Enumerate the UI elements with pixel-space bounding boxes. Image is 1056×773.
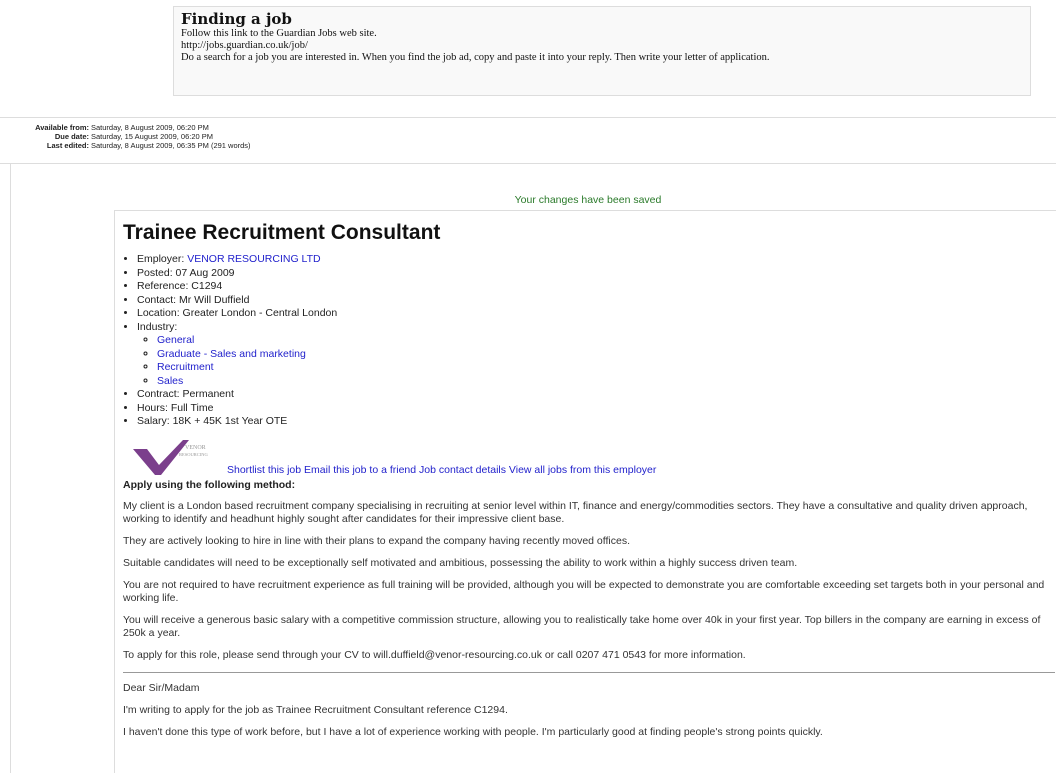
divider (123, 671, 1055, 673)
changes-saved-notice: Your changes have been saved (514, 194, 662, 206)
submission-content: Trainee Recruitment Consultant Employer:… (114, 210, 1056, 773)
available-from-value: Saturday, 8 August 2009, 06:20 PM (91, 123, 209, 132)
job-posted: Posted: 07 Aug 2009 (137, 267, 1053, 281)
job-salary: Salary: 18K + 45K 1st Year OTE (137, 415, 1053, 429)
available-from-label: Available from: (35, 123, 89, 132)
divider (0, 163, 1056, 164)
logo-text-resourcing: RESOURCING (179, 452, 209, 457)
industry-link-sales[interactable]: Sales (157, 375, 183, 387)
last-edited-value: Saturday, 8 August 2009, 06:35 PM (291 w… (91, 141, 251, 150)
job-description-paragraph: My client is a London based recruitment … (123, 499, 1028, 525)
job-description-paragraph: You will receive a generous basic salary… (123, 613, 1041, 639)
guardian-jobs-url: http://jobs.guardian.co.uk/job/ (181, 40, 308, 51)
industry-list: General Graduate - Sales and marketing R… (137, 334, 1053, 388)
industry-link-graduate[interactable]: Graduate - Sales and marketing (157, 348, 306, 360)
letter-paragraph: I'm writing to apply for the job as Trai… (123, 703, 508, 716)
apply-method-heading: Apply using the following method: (123, 478, 296, 491)
industry-link-recruitment[interactable]: Recruitment (157, 361, 214, 373)
assignment-title: Finding a job (181, 10, 292, 28)
assignment-dates: Available from: Saturday, 8 August 2009, … (0, 123, 251, 150)
divider (10, 163, 11, 773)
job-contract: Contract: Permanent (137, 388, 1053, 402)
job-hours: Hours: Full Time (137, 402, 1053, 416)
job-reference: Reference: C1294 (137, 280, 1053, 294)
job-description-paragraph: Suitable candidates will need to be exce… (123, 556, 798, 569)
job-action-links: Shortlist this job Email this job to a f… (227, 464, 656, 476)
shortlist-job-link[interactable]: Shortlist this job (227, 464, 301, 476)
job-industry: Industry: General Graduate - Sales and m… (137, 321, 1053, 389)
job-description-paragraph: You are not required to have recruitment… (123, 578, 1045, 604)
view-employer-jobs-link[interactable]: View all jobs from this employer (509, 464, 656, 476)
last-edited-label: Last edited: (46, 141, 89, 150)
logo-text-venor: VENOR (185, 445, 206, 451)
assignment-line-1: Follow this link to the Guardian Jobs we… (181, 28, 377, 39)
due-date-value: Saturday, 15 August 2009, 06:20 PM (91, 132, 214, 141)
letter-salutation: Dear Sir/Madam (123, 681, 200, 694)
employer-logo-row: VENOR RESOURCING Shortlist this job Emai… (123, 435, 1053, 477)
job-details-list: Employer: VENOR RESOURCING LTD Posted: 0… (123, 253, 1053, 429)
due-date-label: Due date: (54, 132, 89, 141)
employer-link[interactable]: VENOR RESOURCING LTD (187, 253, 320, 265)
job-description-paragraph: To apply for this role, please send thro… (123, 648, 746, 661)
assignment-line-3: Do a search for a job you are interested… (181, 52, 770, 63)
venor-resourcing-logo: VENOR RESOURCING (133, 439, 209, 475)
letter-paragraph: I haven't done this type of work before,… (123, 725, 823, 738)
assignment-description-box: Finding a job Follow this link to the Gu… (173, 6, 1031, 96)
divider (0, 117, 1056, 118)
job-contact: Contact: Mr Will Duffield (137, 294, 1053, 308)
job-title: Trainee Recruitment Consultant (123, 221, 441, 244)
industry-link-general[interactable]: General (157, 334, 194, 346)
job-employer: Employer: VENOR RESOURCING LTD (137, 253, 1053, 267)
job-description-paragraph: They are actively looking to hire in lin… (123, 534, 630, 547)
job-contact-details-link[interactable]: Job contact details (419, 464, 506, 476)
job-location: Location: Greater London - Central Londo… (137, 307, 1053, 321)
email-job-link[interactable]: Email this job to a friend (304, 464, 416, 476)
